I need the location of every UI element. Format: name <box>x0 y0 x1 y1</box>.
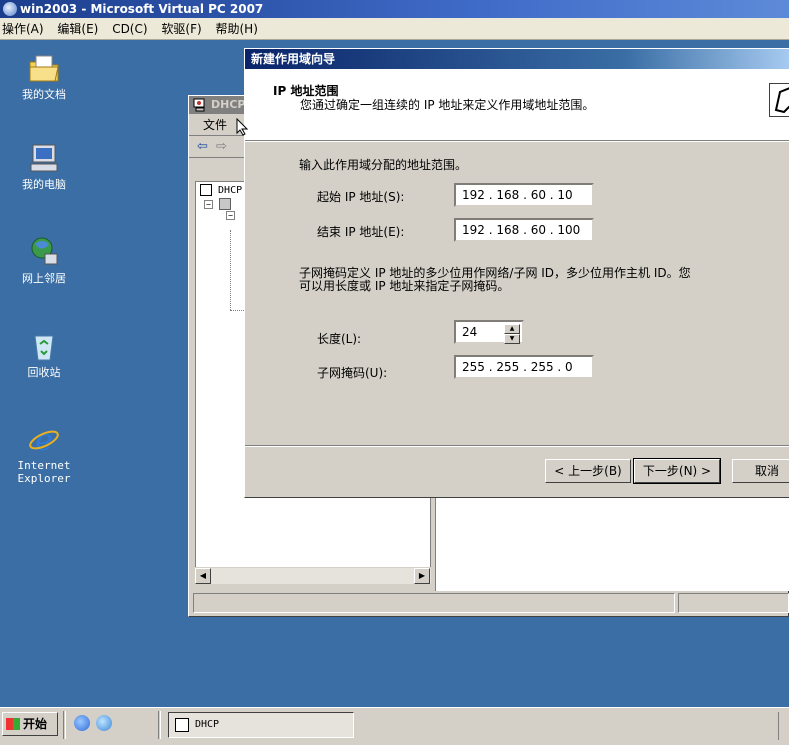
end-ip-field[interactable]: 192 . 168 . 60 . 100 <box>454 218 594 242</box>
back-arrow-icon[interactable]: ⇦ <box>197 139 208 154</box>
desktop-icon-my-documents[interactable]: 我的文档 <box>4 52 84 101</box>
windows-logo-icon <box>6 718 20 730</box>
host-menu-action[interactable]: 操作(A) <box>2 22 44 36</box>
internet-explorer-icon: e <box>27 423 61 458</box>
start-button[interactable]: 开始 <box>2 712 58 736</box>
my-documents-icon <box>27 52 61 84</box>
server-icon <box>219 198 232 210</box>
host-menu-help[interactable]: 帮助(H) <box>216 22 258 36</box>
cancel-button[interactable]: 取消 <box>732 459 789 483</box>
start-ip-field[interactable]: 192 . 168 . 60 . 10 <box>454 183 594 207</box>
tree-item-label: DHCP <box>218 185 243 196</box>
start-label: 开始 <box>23 717 48 731</box>
dhcp-icon <box>175 718 189 732</box>
forward-arrow-icon[interactable]: ⇨ <box>216 139 227 154</box>
tree-expand-icon[interactable]: − <box>226 211 235 220</box>
wizard-header-subtitle: 您通过确定一组连续的 IP 地址来定义作用域地址范围。 <box>300 98 595 112</box>
wizard-body: 输入此作用域分配的地址范围。 起始 IP 地址(S): 192 . 168 . … <box>245 141 789 445</box>
taskbar-divider <box>158 711 161 739</box>
horizontal-scrollbar[interactable]: ◀ ▶ <box>195 567 431 584</box>
next-button[interactable]: 下一步(N) > <box>633 458 721 484</box>
desktop-icon-label: 网上邻居 <box>22 272 66 285</box>
dhcp-console-title: DHCP <box>211 98 246 111</box>
desktop-icon-my-computer[interactable]: 我的电脑 <box>4 142 84 191</box>
wizard-header: IP 地址范围 您通过确定一组连续的 IP 地址来定义作用域地址范围。 <box>245 69 789 141</box>
status-pane <box>193 593 675 613</box>
range-prompt: 输入此作用域分配的地址范围。 <box>299 158 468 172</box>
system-tray <box>778 712 789 740</box>
start-ip-label: 起始 IP 地址(S): <box>317 190 405 204</box>
taskbar: 开始 DHCP <box>0 707 789 745</box>
dhcp-icon <box>200 184 212 196</box>
length-spinner[interactable]: 24 ▲ ▼ <box>454 320 524 344</box>
wizard-graphic-icon <box>769 83 789 117</box>
end-ip-label: 结束 IP 地址(E): <box>317 225 405 239</box>
subnet-mask-field[interactable]: 255 . 255 . 255 . 0 <box>454 355 594 379</box>
host-title: win2003 - Microsoft Virtual PC 2007 <box>20 2 264 16</box>
new-scope-wizard-dialog[interactable]: 新建作用域向导 IP 地址范围 您通过确定一组连续的 IP 地址来定义作用域地址… <box>244 48 789 498</box>
recycle-bin-icon <box>27 330 61 362</box>
host-title-bar: win2003 - Microsoft Virtual PC 2007 <box>0 0 789 18</box>
spin-up-button[interactable]: ▲ <box>504 324 520 334</box>
taskbar-divider <box>63 711 66 739</box>
back-button[interactable]: < 上一步(B) <box>545 459 631 483</box>
desktop-icon-label: Internet Explorer <box>17 459 71 485</box>
subnet-mask-label: 子网掩码(U): <box>317 366 388 380</box>
tree-expand-icon[interactable]: − <box>204 200 213 209</box>
menu-file[interactable]: 文件 <box>203 118 227 132</box>
mouse-cursor-icon <box>236 117 249 136</box>
length-value: 24 <box>462 325 478 339</box>
tree-connector <box>230 310 244 311</box>
length-label: 长度(L): <box>317 332 362 346</box>
status-bar <box>193 593 789 613</box>
desktop-icon-recycle-bin[interactable]: 回收站 <box>4 330 84 379</box>
host-menu-floppy[interactable]: 软驱(F) <box>161 22 201 36</box>
length-spin-buttons[interactable]: ▲ ▼ <box>504 324 520 344</box>
taskbar-item-dhcp[interactable]: DHCP <box>168 712 354 738</box>
desktop-icon-label: 回收站 <box>27 366 61 379</box>
quicklaunch-desktop-icon[interactable] <box>96 715 112 731</box>
taskbar-item-label: DHCP <box>195 719 220 730</box>
desktop-icon-label: 我的文档 <box>22 88 66 101</box>
scroll-right-button[interactable]: ▶ <box>414 568 430 584</box>
wizard-title: 新建作用域向导 <box>251 52 336 66</box>
dhcp-icon <box>193 98 207 112</box>
desktop-icon-label: 我的电脑 <box>22 178 66 191</box>
desktop-icon-network-places[interactable]: 网上邻居 <box>4 236 84 285</box>
host-menu-bar: 操作(A) 编辑(E) CD(C) 软驱(F) 帮助(H) <box>0 18 789 40</box>
subnet-mask-description: 可以用长度或 IP 地址来指定子网掩码。 <box>299 279 510 293</box>
scroll-left-button[interactable]: ◀ <box>195 568 211 584</box>
wizard-separator <box>245 445 789 447</box>
status-pane <box>678 593 789 613</box>
quicklaunch-ie-icon[interactable] <box>74 715 90 731</box>
wizard-title-bar[interactable]: 新建作用域向导 <box>245 49 789 69</box>
virtual-pc-icon <box>3 2 17 16</box>
network-places-icon <box>27 236 61 268</box>
host-menu-cd[interactable]: CD(C) <box>112 22 147 36</box>
spin-down-button[interactable]: ▼ <box>504 334 520 344</box>
svg-text:e: e <box>35 423 53 455</box>
desktop-icon-internet-explorer[interactable]: e Internet Explorer <box>4 423 84 485</box>
my-computer-icon <box>27 142 61 174</box>
host-menu-edit[interactable]: 编辑(E) <box>57 22 98 36</box>
tree-connector <box>230 230 231 310</box>
